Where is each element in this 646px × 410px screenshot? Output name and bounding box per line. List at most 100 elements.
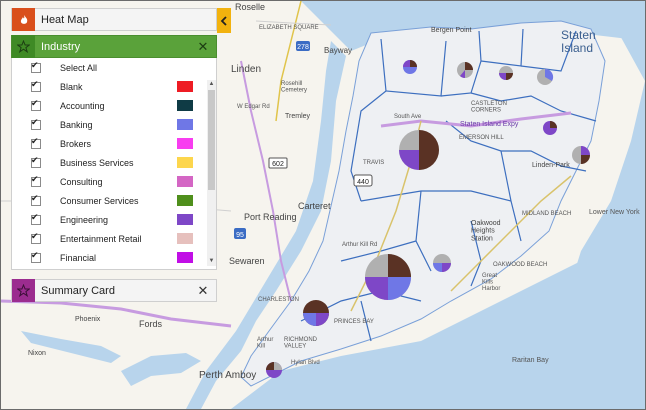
label-sewaren: Sewaren — [229, 256, 265, 266]
select-all-checkbox[interactable] — [31, 60, 41, 73]
fire-icon — [12, 8, 35, 31]
industry-panel-title: Industry — [41, 40, 81, 53]
color-swatch — [177, 214, 193, 225]
label-nixon: Nixon — [28, 350, 46, 357]
label-linden: Linden — [231, 64, 261, 75]
list-item[interactable]: Blank — [12, 77, 202, 96]
pie-marker[interactable] — [572, 146, 590, 164]
heatmap-panel-title: Heat Map — [41, 13, 89, 26]
label-roselle: Roselle — [235, 2, 265, 12]
label-fords: Fords — [139, 319, 163, 329]
star-icon — [12, 279, 35, 302]
pie-marker[interactable] — [303, 300, 329, 326]
label-oakwood-beach: OAKWOOD BEACH — [493, 262, 547, 268]
pie-marker[interactable] — [537, 68, 554, 85]
color-swatch — [177, 195, 193, 206]
industry-label: Blank — [60, 81, 83, 92]
color-swatch — [177, 233, 193, 244]
list-item[interactable]: Entertainment Retail — [12, 229, 202, 248]
industry-checkbox[interactable] — [31, 117, 41, 130]
list-item[interactable]: Brokers — [12, 134, 202, 153]
label-bayway: Bayway — [324, 46, 352, 55]
industry-checkbox[interactable] — [31, 79, 41, 92]
industry-checkbox[interactable] — [31, 250, 41, 263]
list-item[interactable]: Consumer Services — [12, 191, 202, 210]
industry-label: Business Services — [60, 157, 134, 168]
label-elizabeth-square: ELIZABETH SQUARE — [259, 25, 319, 31]
label-linden-park: Linden-Park — [532, 162, 570, 169]
pie-marker[interactable] — [365, 254, 411, 300]
pie-marker[interactable] — [266, 362, 282, 378]
industry-checkbox[interactable] — [31, 98, 41, 111]
color-swatch — [177, 176, 193, 187]
industry-checkbox[interactable] — [31, 212, 41, 225]
scroll-down-arrow-icon[interactable]: ▼ — [207, 257, 216, 266]
industry-panel-header[interactable]: Industry ✕ — [11, 35, 217, 58]
select-all-row[interactable]: Select All — [12, 58, 202, 77]
summary-card-panel-header[interactable]: Summary Card ✕ — [11, 279, 217, 302]
industry-checkbox[interactable] — [31, 193, 41, 206]
pie-marker[interactable] — [403, 60, 417, 74]
industry-checkbox[interactable] — [31, 155, 41, 168]
list-item[interactable]: Engineering — [12, 210, 202, 229]
color-swatch — [177, 138, 193, 149]
industry-label: Entertainment Retail — [60, 233, 142, 244]
scroll-thumb[interactable] — [208, 90, 215, 190]
label-charleston: CHARLESTON — [258, 297, 299, 303]
color-swatch — [177, 252, 193, 263]
industry-label: Financial — [60, 252, 97, 263]
label-tremley: Tremley — [285, 113, 311, 120]
star-icon — [12, 35, 35, 58]
close-icon[interactable]: ✕ — [194, 38, 212, 56]
color-swatch — [177, 81, 193, 92]
list-item[interactable]: Accounting — [12, 96, 202, 115]
chevron-left-icon[interactable] — [217, 8, 231, 33]
label-staten-island: Staten Island — [561, 28, 596, 55]
label-lower-ny-bay: Lower New York — [589, 209, 640, 216]
pie-marker[interactable] — [399, 130, 439, 170]
label-south-ave: South Ave — [394, 114, 422, 120]
shield-602: 602 — [272, 161, 284, 168]
industry-label: Brokers — [60, 138, 92, 149]
label-arthur-kill-rd: Arthur Kill Rd — [342, 242, 377, 248]
list-item[interactable]: Consulting — [12, 172, 202, 191]
label-phoenix: Phoenix — [75, 316, 101, 323]
pie-marker[interactable] — [433, 254, 451, 272]
color-swatch — [177, 119, 193, 130]
pie-marker[interactable] — [457, 62, 473, 78]
label-princes-bay: PRINCES BAY — [334, 319, 374, 325]
shield-440: 440 — [357, 179, 369, 186]
industry-label: Consulting — [60, 176, 103, 187]
summary-card-title: Summary Card — [41, 284, 115, 297]
label-emerson-hill: EMERSON HILL — [459, 135, 504, 141]
label-raritan-bay: Raritan Bay — [512, 357, 549, 364]
list-item[interactable]: Banking — [12, 115, 202, 134]
label-si-expy: Staten Island Expy — [460, 121, 519, 128]
shield-278: 278 — [297, 44, 309, 51]
label-bergen-point: Bergen Point — [431, 27, 472, 34]
list-item[interactable]: Financial — [12, 248, 202, 267]
label-travis: TRAVIS — [363, 160, 384, 166]
color-swatch — [177, 100, 193, 111]
label-hylan-blvd: Hylan Blvd — [291, 360, 320, 366]
label-carteret: Carteret — [298, 201, 331, 211]
list-item[interactable]: Business Services — [12, 153, 202, 172]
select-all-label: Select All — [60, 62, 98, 73]
industry-label: Consumer Services — [60, 195, 139, 206]
shield-95: 95 — [236, 232, 244, 239]
pie-marker[interactable] — [543, 121, 557, 135]
list-scrollbar[interactable]: ▲ ▼ — [207, 80, 216, 266]
close-icon[interactable]: ✕ — [194, 282, 212, 300]
industry-label: Accounting — [60, 100, 105, 111]
industry-checkbox[interactable] — [31, 136, 41, 149]
label-w-edgar-rd: W Edgar Rd — [237, 104, 270, 110]
industry-checkbox[interactable] — [31, 231, 41, 244]
label-port-reading: Port Reading — [244, 212, 297, 222]
industry-label: Banking — [60, 119, 93, 130]
label-midland-beach: MIDLAND BEACH — [522, 211, 571, 217]
pie-marker[interactable] — [499, 66, 513, 80]
label-perth-amboy: Perth Amboy — [199, 370, 256, 381]
scroll-up-arrow-icon[interactable]: ▲ — [207, 80, 216, 89]
heatmap-panel-header[interactable]: Heat Map — [11, 8, 217, 31]
industry-checkbox[interactable] — [31, 174, 41, 187]
